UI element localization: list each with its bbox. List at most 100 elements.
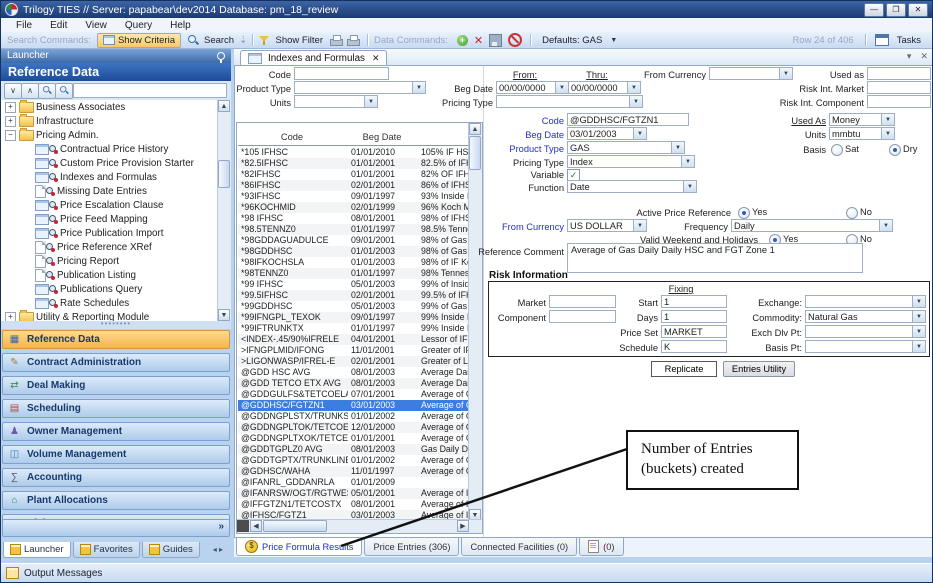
criteria-pricing-type-select[interactable]: ▼ — [496, 95, 643, 108]
grid-row[interactable]: *99IFTRUNKTX01/01/199799% Inside FEF — [238, 323, 470, 334]
chevron-more-icon[interactable]: » — [218, 521, 224, 532]
dropdown-arrow-icon[interactable]: ▼ — [633, 128, 646, 139]
scrollbar-thumb[interactable] — [263, 520, 327, 532]
grid-row[interactable]: @IFANRL_GDDANRLA01/01/2009 — [238, 477, 470, 488]
replicate-button[interactable]: Replicate — [651, 361, 717, 377]
detail-used-as-select[interactable]: Money▼ — [829, 113, 895, 126]
grid-row[interactable]: *99GDDHSC05/01/200399% of Gas Da — [238, 301, 470, 312]
scroll-left-icon[interactable]: ◀ — [250, 520, 262, 532]
module-deal-making[interactable]: ⇄Deal Making — [2, 376, 230, 395]
tree-item-publication-listing[interactable]: Publication Listing — [1, 268, 231, 282]
basis-sat-radio[interactable] — [831, 144, 843, 156]
print-preview-icon[interactable] — [347, 35, 360, 46]
criteria-beg-date-thru-select[interactable]: 00/00/0000▼ — [568, 81, 641, 94]
dropdown-arrow-icon[interactable]: ▼ — [881, 128, 894, 139]
bottom-tab-price-formula-results[interactable]: $Price Formula Results — [236, 538, 362, 556]
tree-item-missing-date-entries[interactable]: Missing Date Entries — [1, 184, 231, 198]
grid-row[interactable]: >LIGONWASP/IFREL-E02/01/2001Greater of L… — [238, 356, 470, 367]
filter-icon[interactable] — [259, 35, 270, 46]
scroll-up-icon[interactable]: ▲ — [218, 100, 230, 112]
dropdown-arrow-icon[interactable]: ▼ — [881, 114, 894, 125]
dropdown-arrow-icon[interactable]: ▼ — [681, 156, 694, 167]
grid-row[interactable]: *98IFKOCHSLA01/01/200398% of IF Koch — [238, 257, 470, 268]
cancel-record-icon[interactable] — [508, 33, 522, 47]
tree-item-price-publication-import[interactable]: Price Publication Import — [1, 226, 231, 240]
dropdown-arrow-icon[interactable]: ▼ — [912, 341, 925, 352]
grid-row[interactable]: <INDEX-.45/90%IFRELE04/01/2001Lessor of … — [238, 334, 470, 345]
tree-item-rate-schedules[interactable]: Rate Schedules — [1, 296, 231, 310]
grid-row[interactable]: *98GDDHSC01/01/200398% of Gas Da — [238, 246, 470, 257]
detail-product-type-select[interactable]: GAS▼ — [567, 141, 685, 154]
grid-row[interactable]: @GDDNGPLTOK/TETCOETX12/01/2000Average of… — [238, 422, 470, 433]
criteria-risk-int-component-input[interactable] — [867, 95, 931, 108]
grid-row[interactable]: *99 IFHSC05/01/200399% of Inside F — [238, 279, 470, 290]
active-price-yes-radio[interactable] — [738, 207, 750, 219]
add-record-icon[interactable]: + — [457, 35, 468, 46]
pin-icon[interactable] — [217, 52, 225, 60]
sidebar-tab-guides[interactable]: Guides — [142, 542, 200, 558]
criteria-beg-date-from-select[interactable]: 00/00/0000▼ — [496, 81, 569, 94]
show-filter-button[interactable]: Show Filter — [275, 35, 323, 46]
expand-toggle[interactable]: + — [5, 116, 16, 127]
tab-scroll-arrows-icon[interactable]: ◂ ▸ — [213, 542, 223, 557]
grid-row[interactable]: *98GDDAGUADULCE09/01/200198% of Gas Da — [238, 235, 470, 246]
module-plant-allocations[interactable]: ⌂Plant Allocations — [2, 491, 230, 510]
column-header-beg-date[interactable]: Beg Date — [347, 132, 417, 142]
dropdown-arrow-icon[interactable]: ▼ — [671, 142, 684, 153]
dropdown-arrow-icon[interactable]: ▼ — [629, 96, 642, 107]
module-owner-management[interactable]: ♟Owner Management — [2, 422, 230, 441]
print-icon[interactable] — [330, 35, 343, 46]
sort-icon[interactable]: ⇣ — [239, 35, 247, 46]
grid-row[interactable]: *99IFNGPL_TEXOK09/01/199799% Inside FEF — [238, 312, 470, 323]
close-button[interactable]: ✕ — [908, 3, 928, 17]
tree-item-price-escalation-clause[interactable]: Price Escalation Clause — [1, 198, 231, 212]
grid-row[interactable]: *98 IFHSC08/01/200198% of IFHSC — [238, 213, 470, 224]
active-price-no-radio[interactable] — [846, 207, 858, 219]
grid-row[interactable]: @GDDTGPTX/TRUNKLINE01/01/2002Average of … — [238, 455, 470, 466]
reference-comment-textarea[interactable]: Average of Gas Daily Daily HSC and FGT Z… — [567, 243, 863, 273]
module-scheduling[interactable]: ▤Scheduling — [2, 399, 230, 418]
dropdown-arrow-icon[interactable]: ▼ — [779, 68, 792, 79]
detail-pricing-type-select[interactable]: Index▼ — [567, 155, 695, 168]
grid-row[interactable]: @GDDNGPLSTX/TRUNKSTX01/01/2002Average of… — [238, 411, 470, 422]
minimize-button[interactable]: — — [864, 3, 884, 17]
sidebar-tab-favorites[interactable]: Favorites — [73, 542, 140, 558]
grid-horizontal-scrollbar[interactable]: ◀ ▶ — [237, 519, 482, 533]
column-header-code[interactable]: Code — [237, 132, 347, 142]
price-set-input[interactable]: MARKET — [661, 325, 727, 338]
grid-row[interactable]: *86IFHSC02/01/200186% of IFHSC — [238, 180, 470, 191]
bottom-tab-0[interactable]: (0) — [579, 538, 623, 556]
grid-row[interactable]: *96KOCHMID02/01/199996% Koch Mids — [238, 202, 470, 213]
tree-item-indexes-and-formulas[interactable]: Indexes and Formulas — [1, 170, 231, 184]
expand-all-icon[interactable]: ∧ — [21, 83, 39, 99]
entries-utility-button[interactable]: Entries Utility — [723, 361, 795, 377]
tree-item-business-associates[interactable]: +Business Associates — [1, 100, 231, 114]
tree-search-input[interactable] — [73, 83, 227, 98]
grid-row[interactable]: *98.5TENNZ001/01/199798.5% Tenness — [238, 224, 470, 235]
save-record-icon[interactable] — [489, 34, 502, 47]
dropdown-arrow-icon[interactable]: ▼ — [912, 311, 925, 322]
expand-toggle[interactable]: + — [5, 102, 16, 113]
grid-row[interactable]: *82IFHSC01/01/200182% OF IFHSC — [238, 169, 470, 180]
tab-group-close-icon[interactable]: ✕ — [920, 51, 928, 62]
module-volume-management[interactable]: ◫Volume Management — [2, 445, 230, 464]
module-contract-administration[interactable]: ✎Contract Administration — [2, 353, 230, 372]
tree-item-price-feed-mapping[interactable]: Price Feed Mapping — [1, 212, 231, 226]
detail-units-select[interactable]: mmbtu▼ — [829, 127, 895, 140]
scroll-right-icon[interactable]: ▶ — [457, 520, 469, 532]
maximize-button[interactable]: ❐ — [886, 3, 906, 17]
configure-buttons-bar[interactable]: » — [2, 519, 230, 537]
menu-query[interactable]: Query — [116, 20, 161, 31]
grid-row[interactable]: @GDDGULFS&TETCOELA07/01/2001Average of G… — [238, 389, 470, 400]
commodity-select[interactable]: Natural Gas▼ — [805, 310, 926, 323]
tree-item-pricing-report[interactable]: Pricing Report — [1, 254, 231, 268]
tree-scrollbar[interactable]: ▲ ▼ — [217, 100, 231, 321]
grid-row[interactable]: @GDD TETCO ETX AVG08/01/2003Average Dail… — [238, 378, 470, 389]
grid-row[interactable]: @GDHSC/WAHA11/01/1997Average of Ga — [238, 466, 470, 477]
grid-row[interactable]: @IFANRSW/OGT/RGTWEST05/01/2001Average of… — [238, 488, 470, 499]
menu-file[interactable]: File — [7, 20, 41, 31]
start-input[interactable]: 1 — [661, 295, 727, 308]
grid-row[interactable]: @GDDNGPLTXOK/TETCETX01/01/2001Average of… — [238, 433, 470, 444]
dropdown-arrow-icon[interactable]: ▼ — [555, 82, 568, 93]
collapse-all-icon[interactable]: ∨ — [4, 83, 22, 99]
